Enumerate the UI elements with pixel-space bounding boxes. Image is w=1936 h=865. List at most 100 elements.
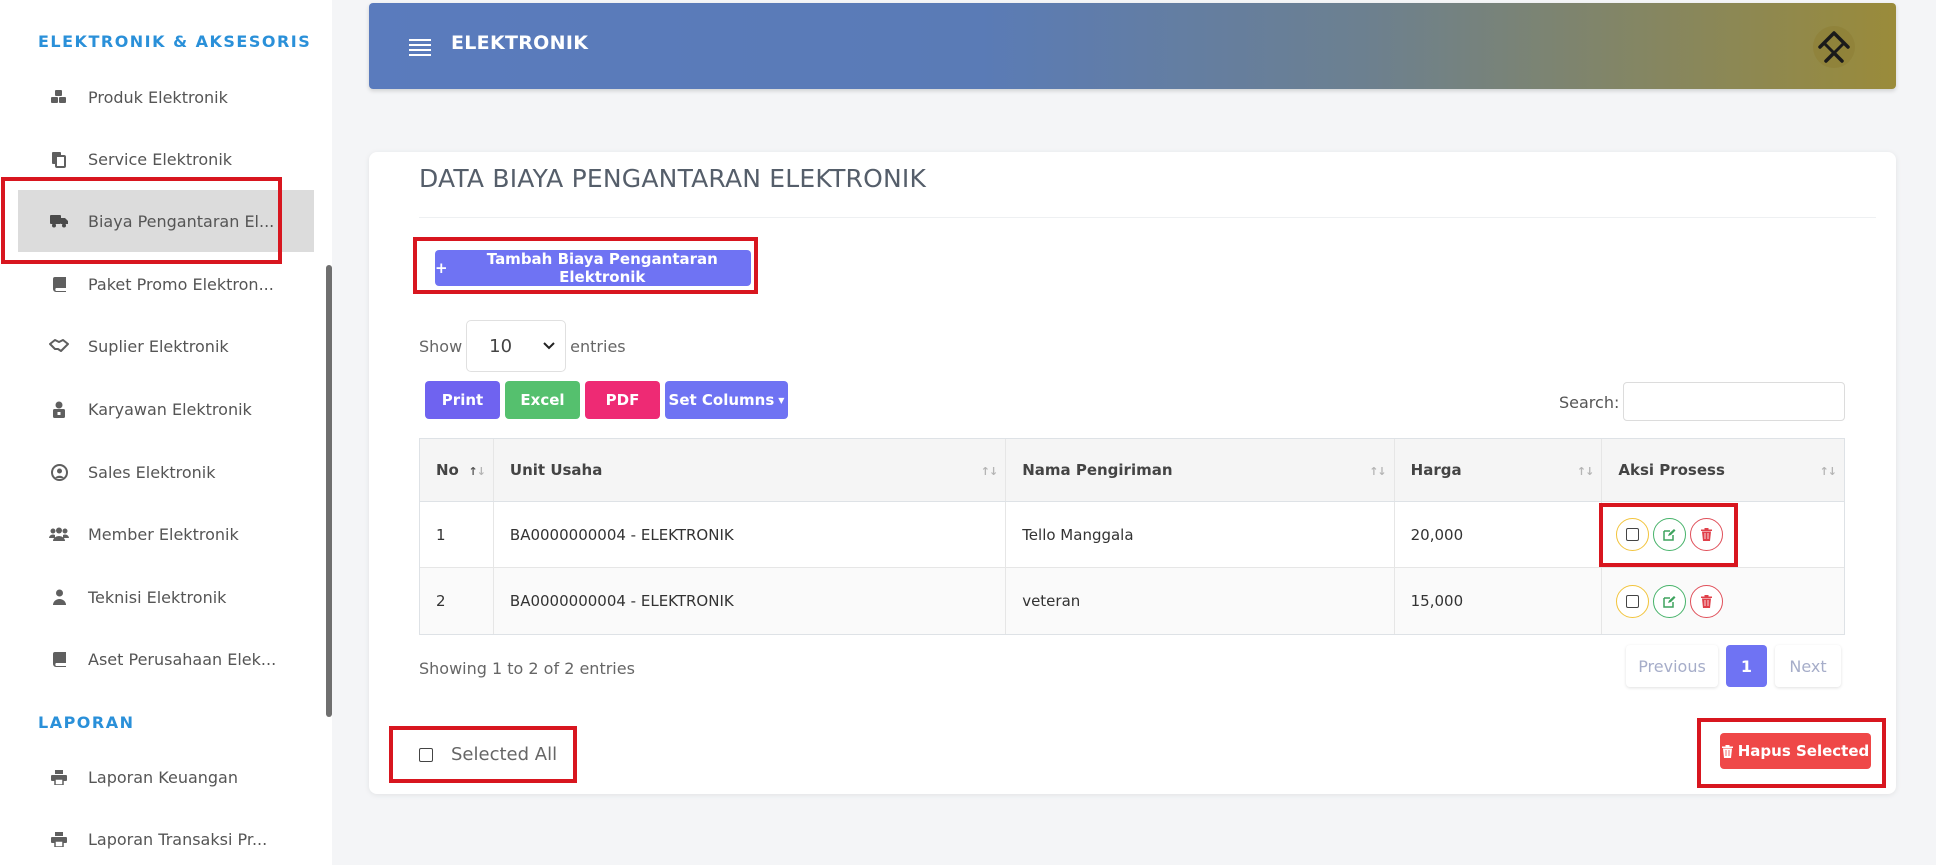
table-row: 2 BA0000000004 - ELEKTRONIK veteran 15,0… (420, 568, 1844, 634)
select-all-control[interactable]: Selected All (419, 744, 557, 765)
column-header-aksi-prosess[interactable]: Aksi Prosess ↑↓ (1602, 439, 1844, 501)
sidebar-scrollbar[interactable] (326, 265, 332, 717)
print-button[interactable]: Print (425, 381, 500, 419)
sidebar-section-laporan: LAPORAN (38, 713, 135, 732)
sidebar-item-label: Karyawan Elektronik (88, 399, 252, 419)
sort-icon: ↑↓ (1819, 465, 1837, 478)
sort-icon: ↑↓ (980, 465, 998, 478)
set-columns-button[interactable]: Set Columns ▼ (665, 381, 788, 419)
sidebar-item-laporan-keuangan[interactable]: Laporan Keuangan (18, 746, 314, 808)
cell-no: 1 (420, 502, 494, 567)
sidebar: ELEKTRONIK & AKSESORIS Produk Elektronik… (0, 0, 332, 865)
show-label: Show (419, 336, 463, 356)
page-size-value: 10 (489, 335, 513, 357)
column-header-label: Unit Usaha (509, 461, 603, 479)
caret-down-icon: ▼ (778, 395, 785, 405)
sidebar-item-aset[interactable]: Aset Perusahaan Elek... (18, 628, 314, 690)
sort-icon: ↑↓ (1369, 465, 1386, 478)
divider (419, 217, 1876, 218)
pagination-previous[interactable]: Previous (1626, 645, 1718, 687)
sidebar-item-laporan-transaksi[interactable]: Laporan Transaksi Pr... (18, 808, 314, 865)
book-icon (48, 275, 70, 293)
edit-icon[interactable] (1653, 518, 1687, 551)
app-logo (1812, 25, 1856, 69)
excel-button[interactable]: Excel (505, 381, 580, 419)
sidebar-item-label: Aset Perusahaan Elek... (88, 649, 277, 669)
cell-harga: 15,000 (1395, 568, 1603, 634)
sidebar-item-sales[interactable]: Sales Elektronik (18, 441, 314, 503)
hapus-selected-label: Hapus Selected (1737, 742, 1870, 760)
cell-actions (1602, 568, 1844, 634)
select-all-checkbox[interactable] (419, 747, 433, 762)
sidebar-item-karyawan[interactable]: Karyawan Elektronik (18, 378, 314, 440)
handshake-icon (48, 337, 70, 355)
column-header-no[interactable]: No ↑↓ (420, 439, 494, 501)
sidebar-item-label: Biaya Pengantaran El... (88, 211, 275, 231)
table-header: No ↑↓ Unit Usaha ↑↓ Nama Pengiriman ↑↓ H… (420, 439, 1844, 502)
search-input[interactable] (1623, 382, 1845, 421)
sidebar-item-label: Member Elektronik (88, 524, 239, 544)
pdf-button[interactable]: PDF (585, 381, 660, 419)
set-columns-label: Set Columns (668, 391, 775, 409)
sidebar-section-elektronik: ELEKTRONIK & AKSESORIS (38, 32, 312, 51)
column-header-label: No (436, 461, 459, 479)
cell-actions (1602, 502, 1844, 567)
row-select-checkbox[interactable] (1616, 518, 1650, 551)
sidebar-item-service[interactable]: Service Elektronik (18, 128, 314, 190)
row-select-checkbox[interactable] (1616, 584, 1650, 618)
sidebar-item-suplier[interactable]: Suplier Elektronik (18, 315, 314, 377)
add-button-label: Tambah Biaya Pengantaran Elektronik (486, 250, 718, 286)
page-size-select[interactable]: 10 (466, 320, 567, 372)
sidebar-item-label: Paket Promo Elektron... (88, 274, 274, 294)
page-title: DATA BIAYA PENGANTARAN ELEKTRONIK (419, 164, 927, 193)
sort-asc-icon: ↑↓ (468, 465, 485, 478)
pagination-page-1[interactable]: 1 (1726, 645, 1767, 687)
truck-icon (48, 212, 70, 230)
sidebar-item-teknisi[interactable]: Teknisi Elektronik (18, 566, 314, 628)
sidebar-item-label: Suplier Elektronik (88, 336, 229, 356)
page-size-control: Show 10 entries (419, 320, 626, 372)
column-header-label: Harga (1410, 461, 1462, 479)
sidebar-item-label: Produk Elektronik (88, 87, 228, 107)
sidebar-item-member[interactable]: Member Elektronik (18, 503, 314, 565)
print-icon (48, 768, 70, 786)
sidebar-item-label: Laporan Transaksi Pr... (88, 829, 268, 849)
table-row: 1 BA0000000004 - ELEKTRONIK Tello Mangga… (420, 502, 1844, 568)
column-header-label: Nama Pengiriman (1022, 461, 1173, 479)
chevron-down-icon (543, 339, 555, 353)
cell-unit-usaha: BA0000000004 - ELEKTRONIK (494, 568, 1007, 634)
user-icon (48, 588, 70, 606)
copy-icon (48, 150, 70, 168)
header-title: ELEKTRONIK (451, 32, 589, 54)
cell-nama-pengiriman: veteran (1006, 568, 1395, 634)
sidebar-item-label: Laporan Keuangan (88, 767, 238, 787)
column-header-nama-pengiriman[interactable]: Nama Pengiriman ↑↓ (1006, 439, 1395, 501)
book-icon (48, 650, 70, 668)
sidebar-item-paket-promo[interactable]: Paket Promo Elektron... (18, 253, 314, 315)
user-circle-icon (48, 463, 70, 481)
data-table: No ↑↓ Unit Usaha ↑↓ Nama Pengiriman ↑↓ H… (419, 438, 1845, 635)
add-biaya-pengantaran-button[interactable]: + Tambah Biaya Pengantaran Elektronik (435, 250, 751, 286)
select-all-label: Selected All (451, 744, 558, 765)
sidebar-item-label: Service Elektronik (88, 149, 233, 169)
plus-icon: + (435, 259, 448, 277)
search-label: Search: (1559, 393, 1620, 412)
entries-label: entries (570, 336, 626, 356)
pagination-next[interactable]: Next (1775, 645, 1841, 687)
sidebar-item-biaya-pengantaran[interactable]: Biaya Pengantaran El... (18, 190, 314, 252)
user-lock-icon (48, 400, 70, 418)
sidebar-item-label: Sales Elektronik (88, 462, 216, 482)
column-header-harga[interactable]: Harga ↑↓ (1395, 439, 1603, 501)
column-header-unit-usaha[interactable]: Unit Usaha ↑↓ (494, 439, 1007, 501)
hamburger-menu-icon[interactable] (409, 39, 431, 59)
users-icon (48, 525, 70, 543)
print-icon (48, 830, 70, 848)
sidebar-item-produk[interactable]: Produk Elektronik (18, 66, 314, 128)
cell-no: 2 (420, 568, 494, 634)
table-info: Showing 1 to 2 of 2 entries (419, 659, 635, 678)
trash-icon[interactable] (1690, 518, 1724, 551)
trash-icon (1721, 744, 1733, 758)
edit-icon[interactable] (1653, 584, 1687, 618)
trash-icon[interactable] (1690, 584, 1724, 618)
hapus-selected-button[interactable]: Hapus Selected (1720, 733, 1871, 769)
